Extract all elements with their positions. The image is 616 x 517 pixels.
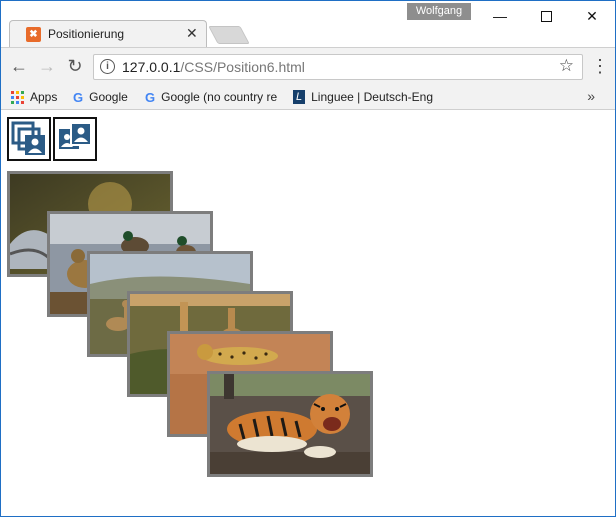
- photo-tiger: [207, 371, 373, 477]
- info-icon[interactable]: i: [100, 59, 115, 74]
- browser-window: Wolfgang — ✕ ✖ Positionierung ✕ ← → ↻ i …: [0, 0, 616, 517]
- reload-icon[interactable]: ↻: [65, 56, 85, 76]
- maximize-icon: [540, 10, 552, 22]
- apps-grid-icon: [11, 90, 24, 104]
- title-bar: Wolfgang — ✕ ✖ Positionierung ✕: [1, 1, 615, 49]
- address-bar[interactable]: i 127.0.0.1/CSS/Position6.html ☆: [93, 54, 583, 80]
- tab-title: Positionierung: [48, 27, 125, 41]
- xampp-favicon-icon: ✖: [26, 27, 41, 42]
- bookmark-apps[interactable]: Apps: [11, 88, 57, 106]
- bookmarks-bar: Apps G Google G Google (no country re L …: [1, 85, 615, 110]
- menu-dots-icon[interactable]: ⋮: [591, 56, 609, 76]
- bookmark-linguee[interactable]: L Linguee | Deutsch-Eng: [293, 88, 433, 106]
- close-window-button[interactable]: ✕: [569, 1, 615, 31]
- toolbar: ← → ↻ i 127.0.0.1/CSS/Position6.html ☆ ⋮: [1, 47, 615, 86]
- close-icon: ✕: [586, 7, 598, 24]
- forward-arrow-icon[interactable]: →: [37, 56, 57, 76]
- user-cards-icon: [53, 117, 97, 161]
- profile-badge[interactable]: Wolfgang: [407, 3, 471, 20]
- google-icon: G: [145, 89, 156, 105]
- new-tab-button[interactable]: [208, 26, 250, 44]
- back-arrow-icon[interactable]: ←: [9, 56, 29, 76]
- minimize-icon: —: [493, 8, 507, 24]
- bookmark-google[interactable]: G Google: [73, 88, 128, 106]
- bookmark-google-no-country[interactable]: G Google (no country re: [145, 88, 283, 106]
- tab-positionierung[interactable]: ✖ Positionierung ✕: [9, 20, 207, 49]
- bookmark-star-icon[interactable]: ☆: [559, 56, 574, 76]
- linguee-icon: L: [293, 90, 306, 104]
- url-text: 127.0.0.1/CSS/Position6.html: [122, 59, 305, 75]
- tab-close-icon[interactable]: ✕: [186, 25, 198, 42]
- more-bookmarks-icon[interactable]: »: [587, 88, 595, 104]
- minimize-button[interactable]: —: [477, 1, 523, 31]
- maximize-button[interactable]: [523, 1, 569, 31]
- stacked-windows-icon: [7, 117, 51, 161]
- google-icon: G: [73, 89, 84, 105]
- page-content: [1, 110, 615, 516]
